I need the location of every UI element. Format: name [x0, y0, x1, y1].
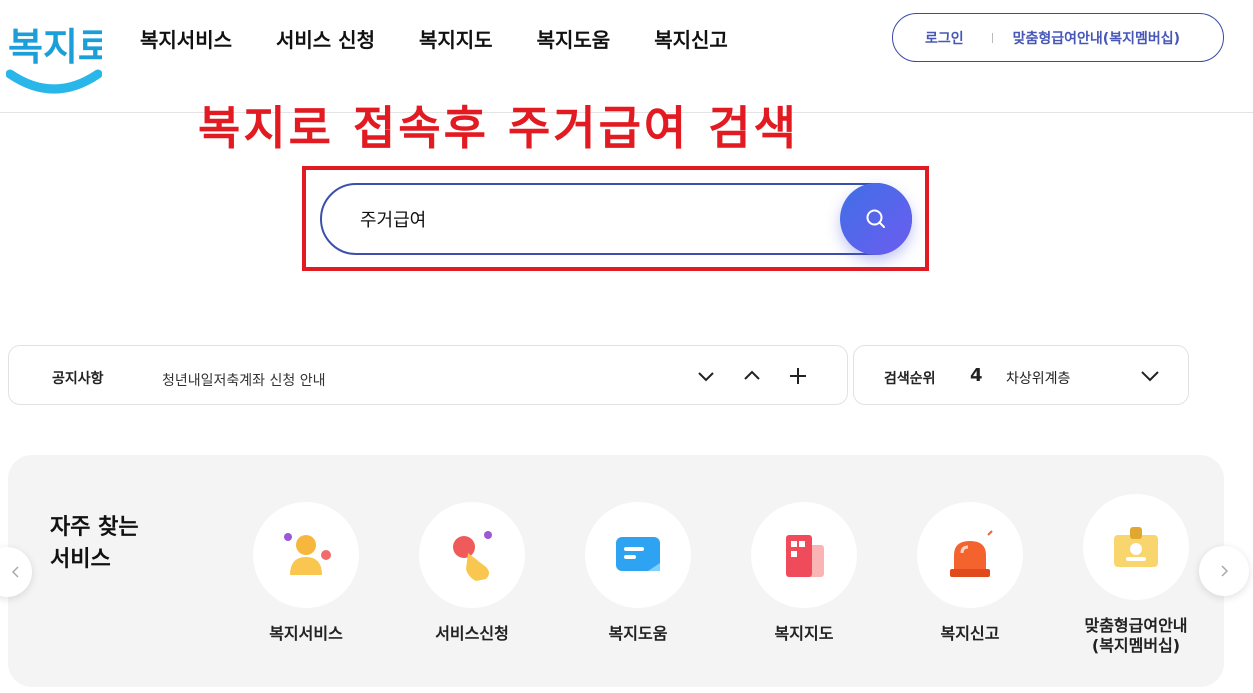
plus-icon[interactable]: [786, 364, 810, 388]
service-item-welfare-help[interactable]: 복지도움: [563, 502, 713, 644]
bokji-membership-link[interactable]: 맞춤형급여안내(복지멤버십): [1013, 28, 1180, 48]
page: 복지로 복지서비스 서비스 신청 복지지도 복지도움 복지신고 로그인 맞춤형급…: [0, 0, 1253, 693]
service-label: 복지신고: [940, 624, 1000, 643]
service-item-welfare-report[interactable]: 복지신고: [895, 502, 1045, 644]
search-button[interactable]: [840, 183, 912, 255]
service-label-line: 맞춤형급여안내: [1084, 616, 1188, 635]
nav-welfare-report[interactable]: 복지신고: [654, 24, 728, 53]
service-icon-circle: [1083, 494, 1189, 600]
divider: [991, 32, 993, 43]
service-icon-circle: [419, 502, 525, 608]
chevron-down-icon[interactable]: [1138, 364, 1162, 388]
nav-welfare-service[interactable]: 복지서비스: [140, 24, 232, 53]
bokjiro-logo[interactable]: 복지로: [5, 8, 113, 98]
service-label-line: (복지멤버십): [1091, 636, 1181, 655]
search-bar: [320, 183, 912, 255]
service-label: 복지지도: [774, 624, 834, 643]
id-card-icon: [1114, 527, 1158, 567]
service-item-welfare-service[interactable]: 복지서비스: [231, 502, 381, 644]
annotation-text: 복지로 접속후 주거급여 검색: [198, 101, 799, 155]
service-label: 맞춤형급여안내 (복지멤버십): [1061, 616, 1211, 656]
main-nav: 복지서비스 서비스 신청 복지지도 복지도움 복지신고: [140, 24, 772, 53]
rank-number: 4: [970, 365, 983, 386]
title-line: 서비스: [50, 547, 111, 572]
person-icon: [284, 533, 331, 575]
chevron-right-icon: [1221, 565, 1229, 577]
nav-service-apply[interactable]: 서비스 신청: [276, 24, 375, 53]
notice-label: 공지사항: [52, 371, 104, 387]
search-rank-bar: 검색순위 4 차상위계층: [853, 345, 1189, 405]
siren-icon: [950, 530, 993, 577]
search-icon: [866, 209, 885, 228]
nav-welfare-help[interactable]: 복지도움: [537, 24, 611, 53]
login-link[interactable]: 로그인: [925, 28, 964, 48]
service-icon-circle: [253, 502, 359, 608]
chevron-down-icon[interactable]: [694, 364, 718, 388]
rank-term[interactable]: 차상위계층: [1006, 368, 1070, 388]
service-icon-circle: [585, 502, 691, 608]
nav-welfare-map[interactable]: 복지지도: [419, 24, 493, 53]
chevron-up-icon[interactable]: [740, 364, 764, 388]
title-line: 자주 찾는: [50, 515, 139, 540]
hand-tap-icon: [453, 531, 492, 581]
carousel-next-button[interactable]: [1199, 546, 1249, 596]
notice-bar: 공지사항 청년내일저축계좌 신청 안내: [8, 345, 848, 405]
service-label: 복지서비스: [269, 624, 343, 643]
service-label: 서비스신청: [435, 624, 509, 643]
service-icon-circle: [917, 502, 1023, 608]
search-input[interactable]: [360, 205, 800, 233]
service-item-service-apply[interactable]: 서비스신청: [397, 502, 547, 644]
chat-icon: [616, 537, 660, 571]
building-icon: [786, 535, 824, 577]
service-item-bokji-membership[interactable]: 맞춤형급여안내 (복지멤버십): [1061, 494, 1211, 656]
notice-text[interactable]: 청년내일저축계좌 신청 안내: [162, 370, 325, 390]
chevron-left-icon: [11, 566, 19, 578]
rank-label: 검색순위: [884, 371, 936, 387]
user-menu: 로그인 맞춤형급여안내(복지멤버십): [892, 13, 1224, 62]
service-icon-circle: [751, 502, 857, 608]
svg-text:복지로: 복지로: [8, 25, 102, 69]
service-label: 복지도움: [608, 624, 668, 643]
service-item-welfare-map[interactable]: 복지지도: [729, 502, 879, 644]
frequent-services-title: 자주 찾는 서비스: [50, 512, 139, 576]
